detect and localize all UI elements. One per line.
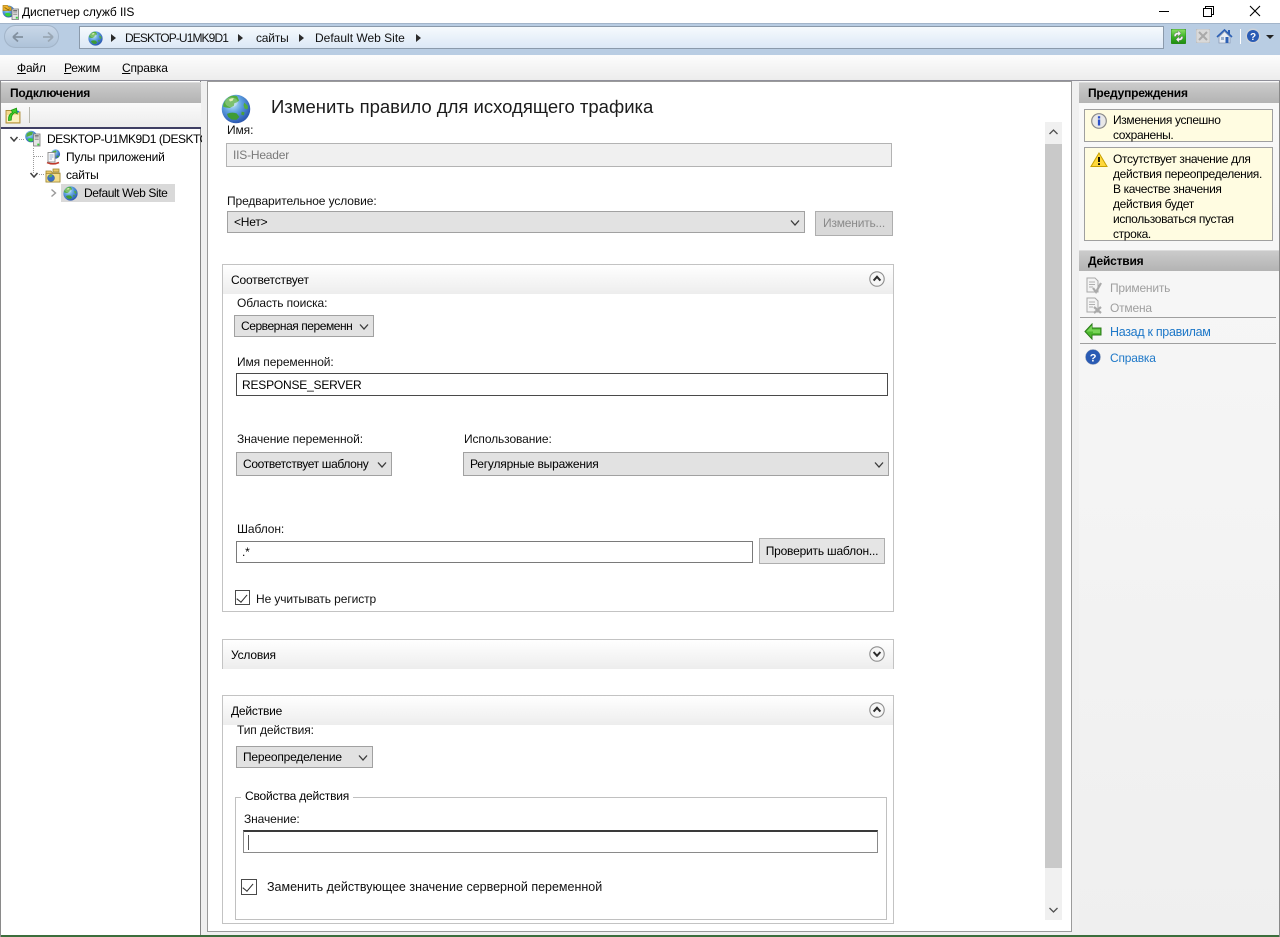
svg-text:?: ?	[1090, 353, 1097, 365]
svg-text:?: ?	[1250, 32, 1256, 43]
